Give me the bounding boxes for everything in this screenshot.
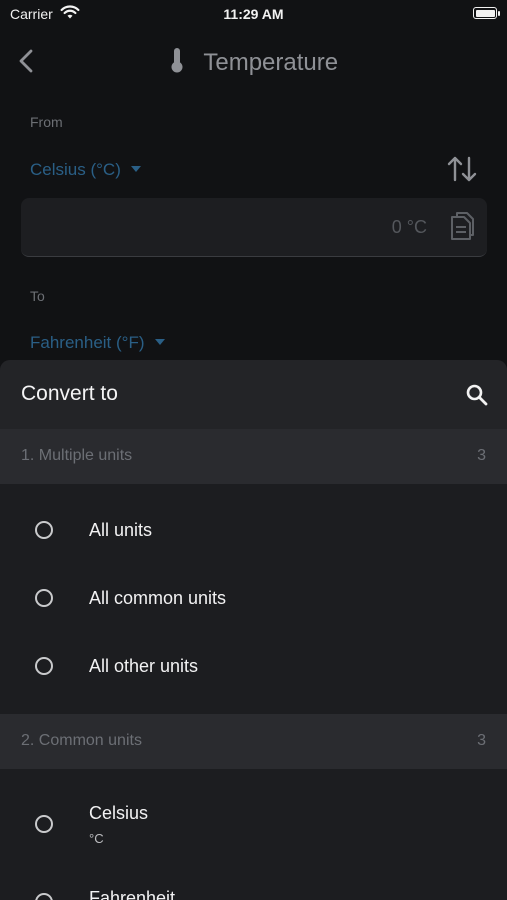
option-all-units[interactable]: All units <box>0 496 507 564</box>
dropdown-caret-icon <box>130 165 141 172</box>
input-value: 0 °C <box>391 217 427 237</box>
status-time: 11:29 AM <box>223 6 284 22</box>
sheet-header: Convert to <box>0 360 507 429</box>
copy-icon[interactable] <box>449 211 475 248</box>
dropdown-caret-icon <box>154 338 165 345</box>
convert-to-sheet: Convert to 1. Multiple units 3 All units… <box>0 360 507 900</box>
thermometer-icon <box>169 46 185 79</box>
option-all-other-units[interactable]: All other units <box>0 632 507 700</box>
radio-button[interactable] <box>35 815 53 833</box>
swap-arrows-icon[interactable] <box>446 154 478 189</box>
nav-title-group: Temperature <box>0 46 507 79</box>
to-label: To <box>30 288 45 304</box>
radio-button[interactable] <box>35 589 53 607</box>
option-label: All common units <box>89 588 227 608</box>
radio-button[interactable] <box>35 893 53 900</box>
to-unit-dropdown[interactable]: Fahrenheit (°F) <box>30 333 165 353</box>
option-label: All other units <box>89 656 199 676</box>
status-bar: Carrier 11:29 AM <box>0 0 507 30</box>
section-title: 1. Multiple units <box>21 447 133 464</box>
option-label: All units <box>89 520 153 540</box>
section-count: 3 <box>477 447 486 464</box>
section-header-common-units: 2. Common units 3 <box>0 714 507 769</box>
radio-button[interactable] <box>35 657 53 675</box>
option-symbol: °C <box>89 831 104 846</box>
radio-button[interactable] <box>35 521 53 539</box>
page-title: Temperature <box>203 48 339 76</box>
from-unit-dropdown[interactable]: Celsius (°C) <box>30 160 141 180</box>
nav-bar: Temperature <box>0 40 507 80</box>
option-all-common-units[interactable]: All common units <box>0 564 507 632</box>
from-unit-label: Celsius (°C) <box>30 160 121 179</box>
value-input[interactable]: 0 °C <box>21 198 487 257</box>
option-label: Fahrenheit <box>89 888 176 900</box>
option-label: Celsius <box>89 803 149 823</box>
section-title: 2. Common units <box>21 732 142 749</box>
to-unit-label: Fahrenheit (°F) <box>30 333 145 352</box>
option-fahrenheit[interactable]: Fahrenheit <box>0 863 507 900</box>
search-icon[interactable] <box>465 383 489 412</box>
option-celsius[interactable]: Celsius °C <box>0 785 507 863</box>
section-count: 3 <box>477 732 486 749</box>
battery-icon <box>473 7 500 19</box>
from-label: From <box>30 114 63 130</box>
sheet-title: Convert to <box>21 382 118 405</box>
section-header-multiple-units: 1. Multiple units 3 <box>0 429 507 484</box>
